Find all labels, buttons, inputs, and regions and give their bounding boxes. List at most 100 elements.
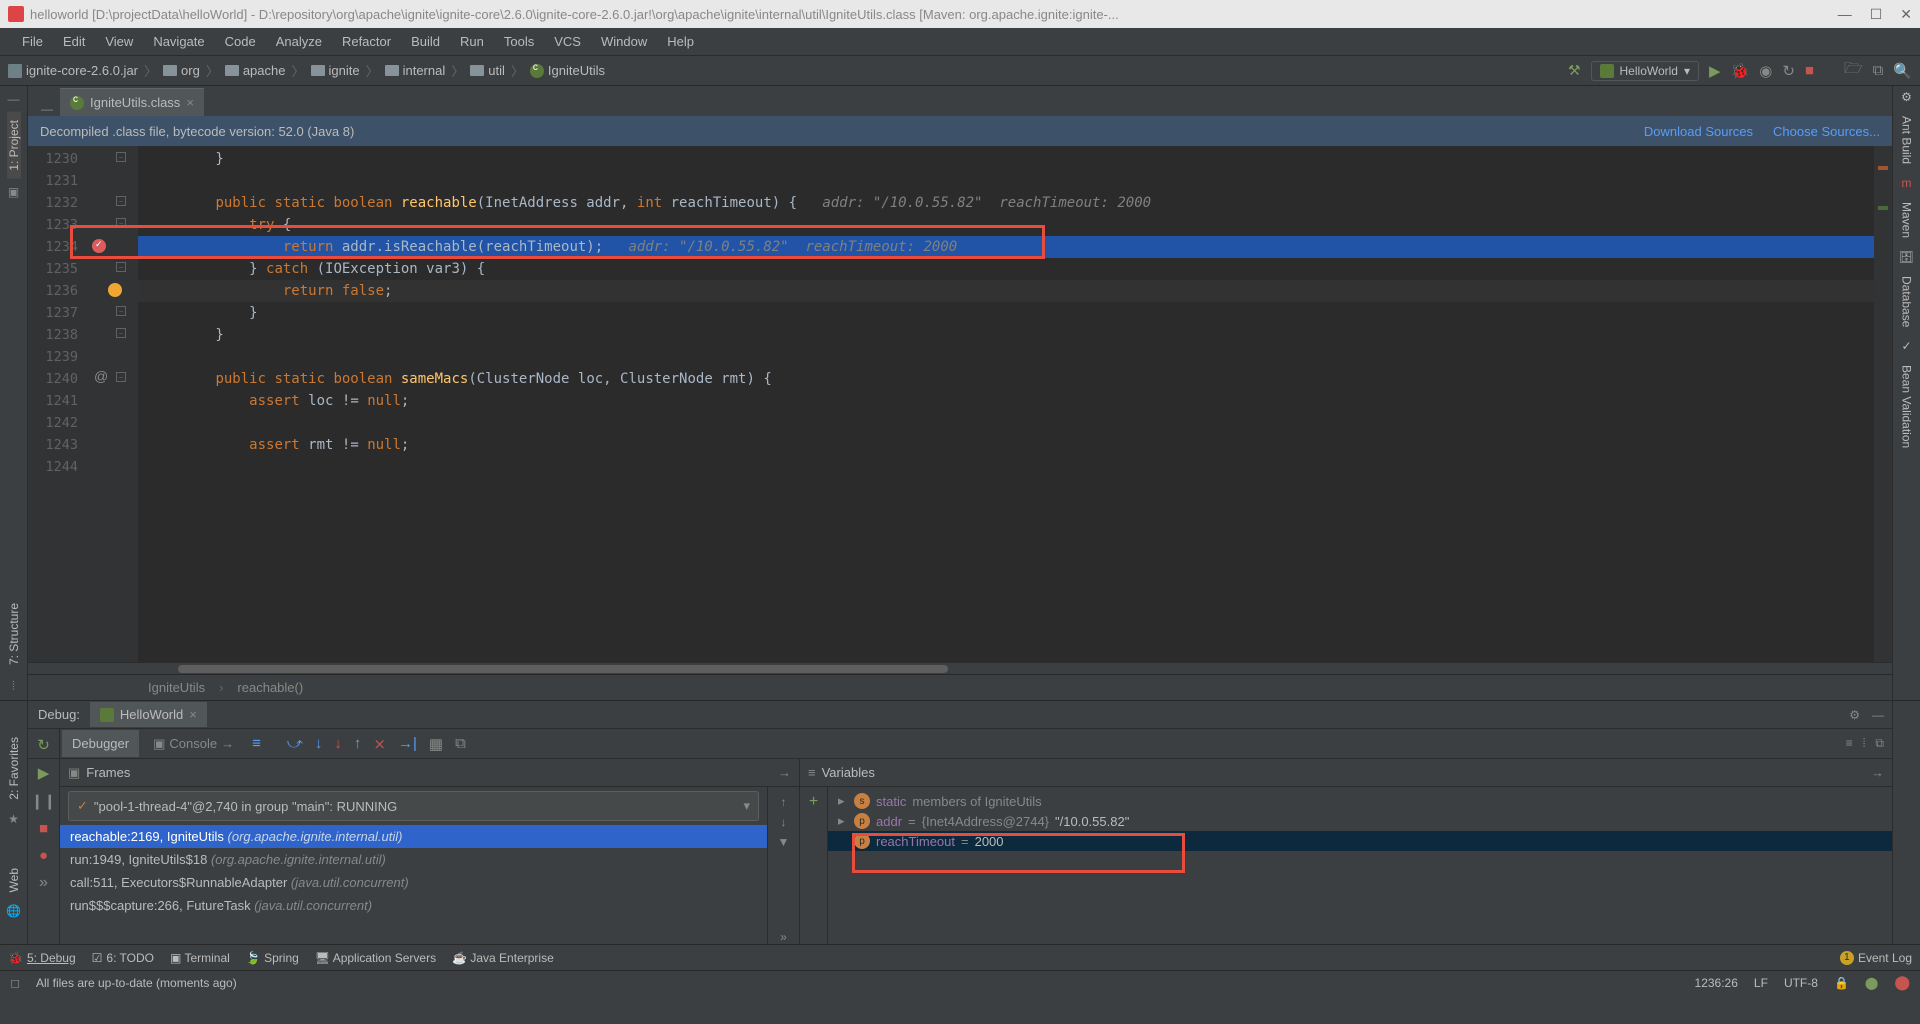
debug-icon[interactable]: 🐞 xyxy=(1731,62,1750,80)
layout-icon[interactable]: ⦙ xyxy=(1863,736,1866,751)
run-icon[interactable]: ▶ xyxy=(1709,62,1721,80)
java-enterprise-tool-button[interactable]: ☕ Java Enterprise xyxy=(452,951,554,965)
project-tool-button[interactable]: 1: Project xyxy=(7,112,21,179)
variables-tree[interactable]: ▸ s static members of IgniteUtils ▸ p ad… xyxy=(828,787,1892,944)
profile-icon[interactable]: ↻ xyxy=(1782,62,1795,80)
restore-layout-icon[interactable]: ⧉ xyxy=(1875,736,1884,751)
minimize-icon[interactable]: — xyxy=(1838,6,1852,23)
fold-icon[interactable]: − xyxy=(116,372,126,382)
menu-code[interactable]: Code xyxy=(215,34,266,49)
menu-run[interactable]: Run xyxy=(450,34,494,49)
override-icon[interactable]: @ xyxy=(94,368,108,384)
code-editor[interactable]: 123012311232 123312341235 123612371238 1… xyxy=(28,146,1892,662)
minimize-icon[interactable]: — xyxy=(1872,708,1884,722)
encoding[interactable]: UTF-8 xyxy=(1784,976,1818,990)
gear-icon[interactable]: ⚙ xyxy=(1849,708,1860,722)
menu-analyze[interactable]: Analyze xyxy=(266,34,332,49)
horizontal-scrollbar[interactable] xyxy=(28,662,1892,674)
update-icon[interactable]: 🗁 xyxy=(1844,58,1863,83)
debugger-tab[interactable]: Debugger xyxy=(62,730,139,757)
build-icon[interactable]: ⚒ xyxy=(1568,62,1581,79)
crumb-apache[interactable]: apache xyxy=(225,63,286,78)
download-sources-link[interactable]: Download Sources xyxy=(1644,124,1753,139)
choose-sources-link[interactable]: Choose Sources... xyxy=(1773,124,1880,139)
step-over-icon[interactable]: ⤻ xyxy=(283,735,307,752)
stack-frame-item[interactable]: run:1949, IgniteUtils$18 (org.apache.ign… xyxy=(60,848,767,871)
structure-tool-button[interactable]: 7: Structure xyxy=(7,595,21,673)
terminal-tool-button[interactable]: ▣ Terminal xyxy=(170,951,230,965)
breakpoints-icon[interactable]: ● xyxy=(39,844,48,867)
resume-icon[interactable]: ▶ xyxy=(38,761,50,785)
arrow-down-icon[interactable]: ↓ xyxy=(781,815,787,829)
drop-frame-icon[interactable]: ⨯ xyxy=(369,735,390,753)
fold-icon[interactable]: − xyxy=(116,152,126,162)
fold-icon[interactable]: − xyxy=(116,196,126,206)
console-tab[interactable]: ▣Console→ xyxy=(143,730,244,758)
breakpoint-icon[interactable] xyxy=(92,239,106,253)
menu-help[interactable]: Help xyxy=(657,34,704,49)
layout-icon[interactable]: ≡ xyxy=(1846,736,1853,751)
arrow-up-icon[interactable]: ↑ xyxy=(781,795,787,809)
fold-icon[interactable]: − xyxy=(116,306,126,316)
coverage-icon[interactable]: ◉ xyxy=(1759,62,1772,80)
error-icon[interactable]: ⬤ xyxy=(1894,974,1910,991)
new-watch-button[interactable]: + xyxy=(800,787,828,944)
expand-icon[interactable]: — xyxy=(41,102,53,116)
event-log-button[interactable]: 1Event Log xyxy=(1840,951,1912,965)
crumb-method[interactable]: reachable() xyxy=(237,680,303,695)
crumb-ignite[interactable]: ignite xyxy=(311,63,360,78)
stack-frames-list[interactable]: reachable:2169, IgniteUtils (org.apache.… xyxy=(60,825,767,917)
force-step-into-icon[interactable]: ↓ xyxy=(330,735,346,752)
thread-selector[interactable]: ✓ "pool-1-thread-4"@2,740 in group "main… xyxy=(68,791,759,821)
chevron-right-icon[interactable]: ▸ xyxy=(838,813,848,829)
chevron-right-icon[interactable]: ▸ xyxy=(838,793,848,809)
spring-tool-button[interactable]: 🍃 Spring xyxy=(246,951,299,965)
menu-vcs[interactable]: VCS xyxy=(544,34,591,49)
close-tab-icon[interactable]: × xyxy=(186,95,194,110)
step-into-icon[interactable]: ↓ xyxy=(311,735,327,752)
more-icon[interactable]: » xyxy=(780,930,787,944)
run-to-cursor-icon[interactable]: →| xyxy=(394,735,421,752)
crumb-org[interactable]: org xyxy=(163,63,200,78)
variable-item[interactable]: ▸ p addr = {Inet4Address@2744} "/10.0.55… xyxy=(828,811,1892,831)
step-out-icon[interactable]: ↑ xyxy=(350,735,366,752)
more-icon[interactable]: » xyxy=(39,871,48,895)
crumb-class[interactable]: IgniteUtils xyxy=(148,680,205,695)
menu-edit[interactable]: Edit xyxy=(53,34,95,49)
bean-validation-tool-button[interactable]: Bean Validation xyxy=(1900,357,1914,456)
menu-view[interactable]: View xyxy=(95,34,143,49)
minimap[interactable] xyxy=(1874,146,1892,662)
close-icon[interactable]: ✕ xyxy=(1900,6,1912,23)
debug-session-tab[interactable]: HelloWorld × xyxy=(90,702,207,727)
close-tab-icon[interactable]: × xyxy=(189,707,197,722)
menu-file[interactable]: File xyxy=(12,34,53,49)
crumb-util[interactable]: util xyxy=(470,63,505,78)
debug-tool-button[interactable]: 🐞5: Debug xyxy=(8,951,76,965)
crumb-jar[interactable]: ignite-core-2.6.0.jar xyxy=(8,63,138,78)
show-execution-point-icon[interactable]: ≡ xyxy=(248,735,265,752)
gutter[interactable]: − − − − − − @ − xyxy=(88,146,138,662)
lock-icon[interactable]: 🔒 xyxy=(1834,976,1849,990)
maximize-icon[interactable]: ☐ xyxy=(1870,6,1883,23)
menu-navigate[interactable]: Navigate xyxy=(143,34,214,49)
editor-tab-igniteutils[interactable]: IgniteUtils.class × xyxy=(60,88,204,116)
variable-item[interactable]: p reachTimeout = 2000 xyxy=(828,831,1892,851)
collapse-icon[interactable]: — xyxy=(8,86,20,112)
intention-bulb-icon[interactable] xyxy=(108,283,122,297)
stop-icon[interactable]: ■ xyxy=(39,817,48,840)
commit-icon[interactable]: ⧉ xyxy=(1873,62,1884,79)
evaluate-icon[interactable]: ▦ xyxy=(425,735,447,753)
menu-build[interactable]: Build xyxy=(401,34,450,49)
fold-icon[interactable]: − xyxy=(116,262,126,272)
menu-tools[interactable]: Tools xyxy=(494,34,544,49)
ant-build-tool-button[interactable]: Ant Build xyxy=(1900,108,1914,172)
variable-item[interactable]: ▸ s static members of IgniteUtils xyxy=(828,791,1892,811)
search-icon[interactable]: 🔍 xyxy=(1893,62,1912,80)
stack-frame-item[interactable]: reachable:2169, IgniteUtils (org.apache.… xyxy=(60,825,767,848)
menu-window[interactable]: Window xyxy=(591,34,657,49)
line-ending[interactable]: LF xyxy=(1754,976,1768,990)
menu-refactor[interactable]: Refactor xyxy=(332,34,401,49)
crumb-class[interactable]: IgniteUtils xyxy=(530,63,605,78)
indicator-icon[interactable]: ⬤ xyxy=(1865,976,1878,990)
stack-frame-item[interactable]: run$$$capture:266, FutureTask (java.util… xyxy=(60,894,767,917)
